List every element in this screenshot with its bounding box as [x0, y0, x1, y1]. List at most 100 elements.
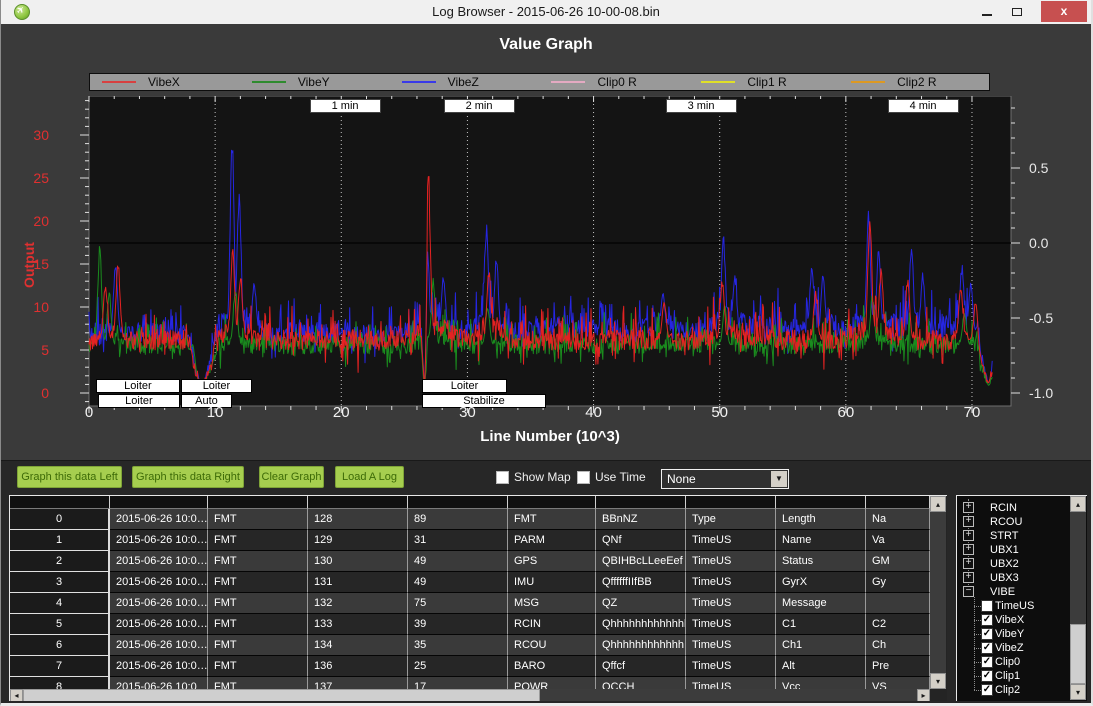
table-cell[interactable]: Va	[866, 530, 930, 551]
table-row[interactable]: 22015-06-26 10:0…FMT13049GPSQBIHBcLLeeEe…	[10, 551, 930, 572]
graph-data-left-button[interactable]: Graph this data Left	[17, 466, 122, 488]
table-header-cell[interactable]	[776, 496, 866, 509]
table-cell[interactable]: Qhhhhhhhhhhhhh…	[596, 614, 686, 635]
table-cell[interactable]: MSG	[508, 593, 596, 614]
table-cell[interactable]: PARM	[508, 530, 596, 551]
table-header-cell[interactable]	[596, 496, 686, 509]
table-cell[interactable]: 2015-06-26 10:0…	[110, 614, 208, 635]
table-cell[interactable]: Vcc	[776, 677, 866, 689]
tree-item-ubx2[interactable]: +UBX2	[957, 557, 1067, 571]
table-cell[interactable]: FMT	[208, 656, 308, 677]
table-cell[interactable]: TimeUS	[686, 572, 776, 593]
table-row[interactable]: 12015-06-26 10:0…FMT12931PARMQNfTimeUSNa…	[10, 530, 930, 551]
table-cell[interactable]: TimeUS	[686, 656, 776, 677]
table-cell[interactable]: 136	[308, 656, 408, 677]
table-cell[interactable]: IMU	[508, 572, 596, 593]
table-cell[interactable]: 2015-06-26 10:0…	[110, 593, 208, 614]
table-cell[interactable]: Gy	[866, 572, 930, 593]
table-cell[interactable]: C1	[776, 614, 866, 635]
scroll-down-button[interactable]: ▾	[930, 673, 946, 689]
tree-scroll-thumb[interactable]	[1070, 624, 1086, 684]
expand-icon[interactable]: +	[963, 558, 974, 569]
tree-item-ubx3[interactable]: +UBX3	[957, 571, 1067, 585]
tree-checkbox[interactable]: ✓	[981, 628, 993, 640]
row-header-cell[interactable]: 8	[10, 677, 110, 689]
tree-checkbox[interactable]: ✓	[981, 642, 993, 654]
table-cell[interactable]: 129	[308, 530, 408, 551]
table-cell[interactable]: Na	[866, 509, 930, 530]
table-cell[interactable]: FMT	[208, 635, 308, 656]
expand-icon[interactable]: +	[963, 516, 974, 527]
tree-item-vibez[interactable]: ✓VibeZ	[957, 641, 1067, 655]
table-header-cell[interactable]	[308, 496, 408, 509]
table-cell[interactable]: FMT	[208, 614, 308, 635]
hscroll-thumb[interactable]	[23, 689, 540, 701]
table-cell[interactable]: 75	[408, 593, 508, 614]
table-cell[interactable]: 2015-06-26 10:0…	[110, 656, 208, 677]
table-cell[interactable]: FMT	[208, 530, 308, 551]
table-cell[interactable]: QCCH	[596, 677, 686, 689]
table-cell[interactable]: Pre	[866, 656, 930, 677]
table-cell[interactable]: 133	[308, 614, 408, 635]
collapse-icon[interactable]: −	[963, 586, 974, 597]
tree-scroll-up-button[interactable]: ▴	[1070, 496, 1086, 512]
table-cell[interactable]: 2015-06-26 10:0…	[110, 509, 208, 530]
show-map-checkbox[interactable]	[496, 471, 509, 484]
table-cell[interactable]: QZ	[596, 593, 686, 614]
tree-scroll-down-button[interactable]: ▾	[1070, 684, 1086, 700]
table-cell[interactable]: Qhhhhhhhhhhhh	[596, 635, 686, 656]
tree-checkbox[interactable]: ✓	[981, 670, 993, 682]
table-cell[interactable]: TimeUS	[686, 530, 776, 551]
row-header-cell[interactable]: 4	[10, 593, 110, 614]
table-cell[interactable]: 49	[408, 551, 508, 572]
table-cell[interactable]: 31	[408, 530, 508, 551]
minimize-button[interactable]	[975, 2, 999, 22]
table-cell[interactable]: FMT	[208, 572, 308, 593]
tree-item-clip1[interactable]: ✓Clip1	[957, 669, 1067, 683]
table-cell[interactable]: GyrX	[776, 572, 866, 593]
scroll-up-button[interactable]: ▴	[930, 496, 946, 512]
table-header-cell[interactable]	[508, 496, 596, 509]
row-header-cell[interactable]: 3	[10, 572, 110, 593]
table-cell[interactable]: RCOU	[508, 635, 596, 656]
tree-checkbox[interactable]	[981, 600, 993, 612]
table-cell[interactable]: Ch1	[776, 635, 866, 656]
table-vscrollbar[interactable]	[930, 496, 946, 689]
table-cell[interactable]: FMT	[208, 509, 308, 530]
table-cell[interactable]: Length	[776, 509, 866, 530]
table-header-cell[interactable]	[686, 496, 776, 509]
table-cell[interactable]	[866, 593, 930, 614]
table-cell[interactable]: 89	[408, 509, 508, 530]
table-header-cell[interactable]	[10, 496, 110, 509]
tree-item-clip2[interactable]: ✓Clip2	[957, 683, 1067, 697]
title-bar[interactable]: ✈ Log Browser - 2015-06-26 10-00-08.bin …	[1, 0, 1091, 25]
table-cell[interactable]: FMT	[208, 593, 308, 614]
table-cell[interactable]: Status	[776, 551, 866, 572]
graph-data-right-button[interactable]: Graph this data Right	[132, 466, 244, 488]
tree-item-timeus[interactable]: TimeUS	[957, 599, 1067, 613]
tree-checkbox[interactable]: ✓	[981, 656, 993, 668]
use-time-checkbox[interactable]	[577, 471, 590, 484]
table-cell[interactable]: RCIN	[508, 614, 596, 635]
tree-item-vibex[interactable]: ✓VibeX	[957, 613, 1067, 627]
table-cell[interactable]: QNf	[596, 530, 686, 551]
expand-icon[interactable]: +	[963, 572, 974, 583]
table-cell[interactable]: 39	[408, 614, 508, 635]
table-header-cell[interactable]	[208, 496, 308, 509]
table-header-cell[interactable]	[110, 496, 208, 509]
table-cell[interactable]: 25	[408, 656, 508, 677]
table-cell[interactable]: 2015-06-26 10:0…	[110, 635, 208, 656]
table-cell[interactable]: C2	[866, 614, 930, 635]
table-cell[interactable]: VS	[866, 677, 930, 689]
table-row[interactable]: 62015-06-26 10:0…FMT13435RCOUQhhhhhhhhhh…	[10, 635, 930, 656]
scroll-right-button[interactable]: ▸	[917, 689, 930, 701]
table-cell[interactable]: 2015-06-26 10:0…	[110, 530, 208, 551]
table-cell[interactable]: GPS	[508, 551, 596, 572]
table-header-cell[interactable]	[408, 496, 508, 509]
table-cell[interactable]: 134	[308, 635, 408, 656]
table-cell[interactable]: 130	[308, 551, 408, 572]
row-header-cell[interactable]: 6	[10, 635, 110, 656]
tree-item-rcou[interactable]: +RCOU	[957, 515, 1067, 529]
table-cell[interactable]: 137	[308, 677, 408, 689]
table-cell[interactable]: 2015-06-26 10:0	[110, 677, 208, 689]
